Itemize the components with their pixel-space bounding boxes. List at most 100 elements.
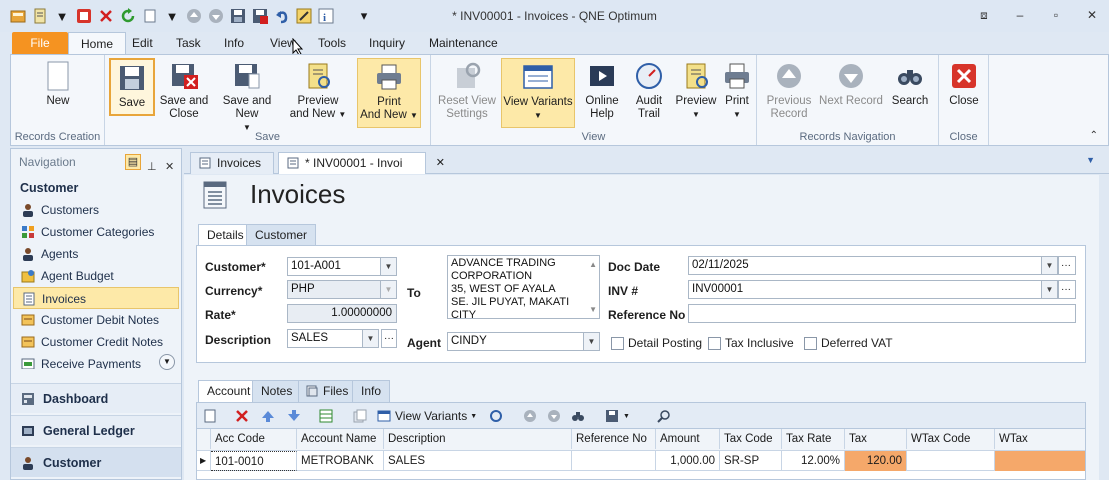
doc-tab-inv00001[interactable]: * INV00001 - Invoi ✕ xyxy=(278,152,445,174)
module-dashboard[interactable]: Dashboard xyxy=(11,383,181,413)
customer-field[interactable]: 101-A001 ▼ xyxy=(287,257,397,276)
wtax-code-cell[interactable] xyxy=(907,451,995,471)
next-record-button[interactable]: Next Record xyxy=(819,58,883,128)
preview-and-new-button[interactable]: Preview and New ▼ xyxy=(287,58,349,128)
nav-item-customers[interactable]: Customers xyxy=(11,199,181,221)
column-header[interactable]: Tax Code xyxy=(720,429,782,449)
tab-task[interactable]: Task xyxy=(164,32,213,54)
description-ellipsis-button[interactable]: ··· xyxy=(381,329,397,348)
tax-rate-cell[interactable]: 12.00% xyxy=(782,451,845,471)
minimize-icon[interactable]: – xyxy=(1011,6,1029,24)
previous-icon[interactable] xyxy=(523,407,537,425)
inv-number-field[interactable]: INV00001 ▼ xyxy=(688,280,1058,299)
to-address-field[interactable]: ADVANCE TRADING CORPORATION 35, WEST OF … xyxy=(447,255,600,321)
auto-hide-icon[interactable]: ⊥ xyxy=(147,154,157,180)
nav-item-agents[interactable]: Agents xyxy=(11,243,181,265)
close-button[interactable]: Close xyxy=(943,58,985,128)
module-customer[interactable]: Customer xyxy=(11,447,181,477)
nav-item-invoices[interactable]: Invoices xyxy=(13,287,179,309)
save-and-new-button[interactable]: Save and New ▼ xyxy=(211,58,283,132)
account-name-cell[interactable]: METROBANK xyxy=(297,451,384,471)
tab-notes[interactable]: Notes xyxy=(252,380,302,402)
column-header[interactable]: Tax Rate xyxy=(782,429,845,449)
reference-no-field[interactable] xyxy=(688,304,1076,323)
detail-posting-checkbox[interactable]: Detail Posting xyxy=(611,336,702,350)
tab-list-dropdown-icon[interactable]: ▼ xyxy=(1086,155,1095,165)
currency-field[interactable]: PHP ▼ xyxy=(287,280,397,299)
table-row[interactable]: ▶ 101-0010 METROBANK SALES 1,000.00 SR-S… xyxy=(197,451,1085,471)
preview-button[interactable]: Preview ▼ xyxy=(675,58,717,128)
description-cell[interactable]: SALES xyxy=(384,451,572,471)
chevron-down-icon[interactable]: ▼ xyxy=(380,258,396,275)
deferred-vat-checkbox[interactable]: Deferred VAT xyxy=(804,336,893,350)
tab-maintenance[interactable]: Maintenance xyxy=(417,32,510,54)
tax-code-cell[interactable]: SR-SP xyxy=(720,451,782,471)
scroll-down-icon[interactable]: ▼ xyxy=(589,303,597,316)
search-button[interactable]: Search xyxy=(885,58,935,128)
agent-field[interactable]: CINDY ▼ xyxy=(447,332,600,351)
doc-date-ellipsis-button[interactable]: ··· xyxy=(1058,256,1076,275)
restore-layout-icon[interactable]: ⧈ xyxy=(975,6,993,24)
tab-edit[interactable]: Edit xyxy=(120,32,165,54)
reference-no-cell[interactable] xyxy=(572,451,656,471)
copy-icon[interactable] xyxy=(353,407,367,425)
close-pane-icon[interactable]: ✕ xyxy=(165,154,174,180)
close-window-icon[interactable]: ✕ xyxy=(1083,6,1101,24)
column-header[interactable]: Tax xyxy=(845,429,907,449)
tab-home[interactable]: Home xyxy=(68,32,127,54)
maximize-icon[interactable]: ▫ xyxy=(1047,6,1065,24)
tab-info[interactable]: Info xyxy=(212,32,256,54)
column-header[interactable]: Account Name xyxy=(297,429,384,449)
wtax-cell[interactable] xyxy=(995,451,1085,471)
column-header[interactable]: WTax Code xyxy=(907,429,995,449)
column-header[interactable]: Reference No xyxy=(572,429,656,449)
rate-field[interactable]: 1.00000000 xyxy=(287,304,397,323)
chevron-down-icon[interactable]: ▼ xyxy=(1041,281,1057,298)
tab-account[interactable]: Account xyxy=(198,380,260,402)
delete-row-icon[interactable] xyxy=(235,407,249,425)
binoculars-icon[interactable] xyxy=(571,407,585,425)
next-icon[interactable] xyxy=(547,407,561,425)
save-layout-icon[interactable]: ▼ xyxy=(605,407,630,425)
nav-item-customer-credit-notes[interactable]: Customer Credit Notes xyxy=(11,331,181,353)
scroll-down-icon[interactable]: ▼ xyxy=(159,354,175,370)
acc-code-cell[interactable]: 101-0010 xyxy=(211,451,297,471)
nav-item-customer-debit-notes[interactable]: Customer Debit Notes xyxy=(11,309,181,331)
scroll-up-icon[interactable]: ▲ xyxy=(589,258,597,271)
nav-item-agent-budget[interactable]: Agent Budget xyxy=(11,265,181,287)
print-and-new-button[interactable]: Print And New ▼ xyxy=(357,58,421,128)
search-icon[interactable] xyxy=(657,407,671,425)
reset-layout-icon[interactable] xyxy=(489,407,503,425)
column-header[interactable]: Description xyxy=(384,429,572,449)
save-and-close-button[interactable]: Save and Close xyxy=(159,58,209,128)
module-general-ledger[interactable]: General Ledger xyxy=(11,415,181,445)
audit-trail-button[interactable]: Audit Trail xyxy=(627,58,671,128)
tab-info[interactable]: Info xyxy=(352,380,391,402)
previous-record-button[interactable]: Previous Record xyxy=(761,58,817,128)
online-help-button[interactable]: Online Help xyxy=(579,58,625,128)
pin-pane-icon[interactable]: ▤ xyxy=(125,154,141,170)
view-variants-button[interactable]: View Variants ▼ xyxy=(501,58,575,128)
move-up-icon[interactable] xyxy=(261,407,275,425)
doc-tab-invoices[interactable]: Invoices xyxy=(190,152,274,174)
new-button[interactable]: New xyxy=(31,58,85,128)
tax-inclusive-checkbox[interactable]: Tax Inclusive xyxy=(708,336,794,350)
tab-customer[interactable]: Customer xyxy=(246,224,317,246)
collapse-ribbon-icon[interactable]: ⌃ xyxy=(1090,130,1098,141)
move-down-icon[interactable] xyxy=(287,407,301,425)
column-header[interactable]: Acc Code xyxy=(211,429,297,449)
doc-date-field[interactable]: 02/11/2025 ▼ xyxy=(688,256,1058,275)
column-header[interactable]: WTax xyxy=(995,429,1085,449)
chevron-down-icon[interactable]: ▼ xyxy=(362,330,378,347)
spreadsheet-icon[interactable] xyxy=(319,407,333,425)
tab-inquiry[interactable]: Inquiry xyxy=(357,32,417,54)
tab-details[interactable]: Details xyxy=(198,224,253,246)
save-button[interactable]: Save xyxy=(109,58,155,116)
tab-file[interactable]: File xyxy=(12,32,68,54)
chevron-down-icon[interactable]: ▼ xyxy=(583,333,599,350)
column-header[interactable]: Amount xyxy=(656,429,720,449)
tab-files[interactable]: Files xyxy=(298,380,358,402)
view-variants-button[interactable]: View Variants ▼ xyxy=(377,407,477,425)
close-tab-icon[interactable]: ✕ xyxy=(436,153,445,173)
print-button[interactable]: Print ▼ xyxy=(719,58,755,128)
